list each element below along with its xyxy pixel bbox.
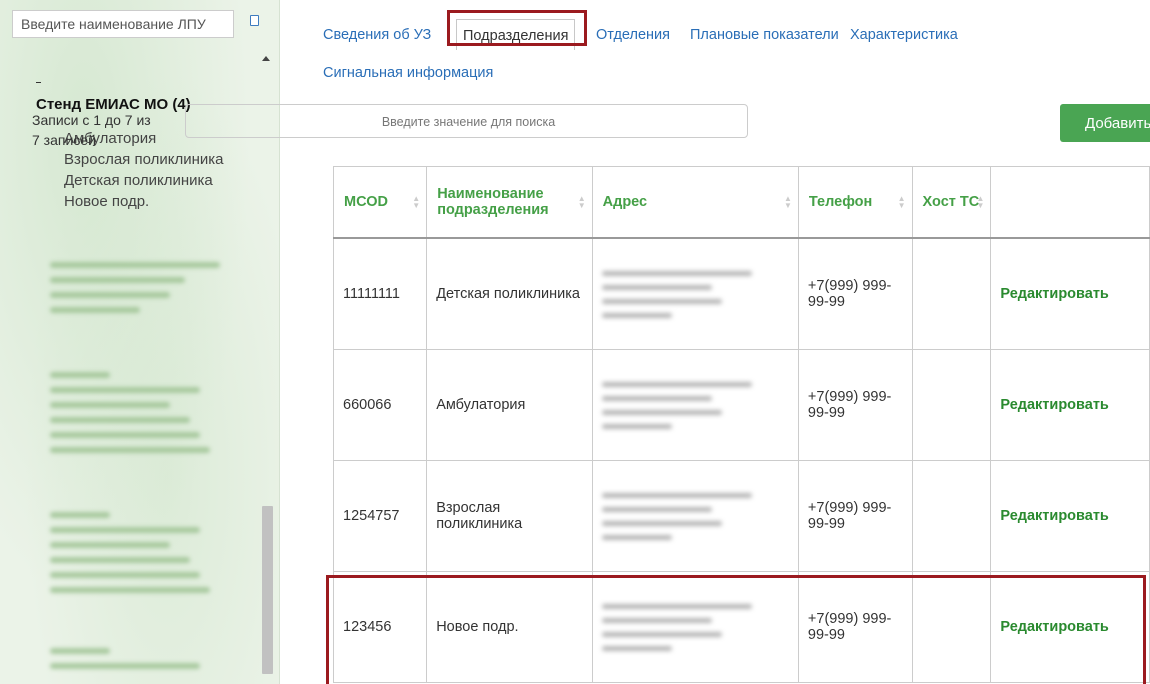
cell-mcod: 1254757: [332, 460, 428, 572]
cell-phone: +7(999) 999-99-99: [797, 237, 913, 350]
table-row: 660066 Амбулатория +7(999) 999-99-99 Ред…: [332, 349, 1150, 461]
tab-departments[interactable]: Отделения: [596, 27, 670, 43]
table-search-input[interactable]: [186, 105, 751, 139]
cell-phone: +7(999) 999-99-99: [797, 349, 913, 461]
lpu-search-input[interactable]: [13, 11, 233, 37]
col-header-actions: [990, 166, 1150, 239]
col-header-name[interactable]: Наименование подразделения ▲ ▼: [426, 166, 593, 239]
cell-address-blurred: [591, 460, 799, 572]
cell-name: Амбулатория: [426, 349, 593, 461]
blurred-tree-item: [50, 512, 240, 602]
table-search-field[interactable]: [185, 104, 751, 139]
scroll-up-arrow-icon[interactable]: [262, 56, 270, 61]
cell-host-ts: [911, 460, 992, 572]
records-info-line: 7 записей: [32, 132, 96, 148]
lpu-sidebar: Стенд ЕМИАС МО (4) Амбулатория Взрослая …: [0, 0, 280, 684]
edit-link[interactable]: Редактировать: [990, 460, 1150, 572]
col-header-label: Хост ТС: [922, 194, 980, 210]
sort-icon: ▲ ▼: [783, 194, 792, 210]
sort-icon: ▲ ▼: [897, 194, 906, 210]
clear-search-icon[interactable]: [250, 15, 259, 26]
cell-mcod: 11111111: [332, 237, 428, 350]
col-header-mcod[interactable]: МСОD ▲ ▼: [332, 166, 428, 239]
cell-phone: +7(999) 999-99-99: [797, 460, 913, 572]
tab-plan-indicators[interactable]: Плановые показатели: [690, 27, 839, 43]
row-highlight-frame: [326, 575, 1146, 684]
col-header-label: Наименование подразделения: [437, 186, 549, 218]
edit-link[interactable]: Редактировать: [990, 349, 1150, 461]
tab-highlight-frame: [447, 10, 587, 46]
tree-dash: [36, 82, 41, 83]
records-info-line: Записи с 1 до 7 из: [32, 112, 151, 128]
cell-mcod: 660066: [332, 349, 428, 461]
tree-item-new-subdivision[interactable]: Новое подр.: [64, 191, 223, 212]
col-header-label: Телефон: [808, 194, 873, 210]
tree-item-children-clinic[interactable]: Детская поликлиника: [64, 170, 223, 191]
blurred-tree-item: [50, 372, 240, 462]
sort-icon: ▲ ▼: [412, 194, 421, 210]
tab-uz-info[interactable]: Сведения об УЗ: [323, 27, 431, 43]
sort-icon: ▲ ▼: [976, 194, 985, 210]
add-button[interactable]: Добавить: [1060, 104, 1150, 142]
table-row: 11111111 Детская поликлиника +7(999) 999…: [332, 237, 1150, 350]
col-header-label: МСОD: [344, 194, 388, 210]
cell-name: Взрослая поликлиника: [426, 460, 593, 572]
cell-address-blurred: [591, 237, 799, 350]
cell-host-ts: [911, 349, 992, 461]
table-header-row: МСОD ▲ ▼ Наименование подразделения ▲ ▼ Адре…: [332, 166, 1150, 239]
table-row: 1254757 Взрослая поликлиника +7(999) 999…: [332, 460, 1150, 572]
col-header-host-ts[interactable]: Хост ТС ▲ ▼: [911, 166, 992, 239]
sort-icon: ▲ ▼: [577, 194, 586, 210]
blurred-tree-item: [50, 648, 240, 678]
col-header-phone[interactable]: Телефон ▲ ▼: [797, 166, 913, 239]
tab-characteristics[interactable]: Характеристика: [850, 27, 958, 43]
sidebar-scrollbar[interactable]: [258, 50, 276, 684]
cell-host-ts: [911, 237, 992, 350]
tree-item-adult-clinic[interactable]: Взрослая поликлиника: [64, 149, 223, 170]
blurred-tree-item: [50, 262, 240, 322]
col-header-address[interactable]: Адрес ▲ ▼: [591, 166, 799, 239]
scrollbar-thumb[interactable]: [262, 506, 273, 674]
cell-address-blurred: [591, 349, 799, 461]
lpu-search-field[interactable]: [12, 10, 234, 38]
tab-signal-info[interactable]: Сигнальная информация: [323, 65, 493, 81]
records-info: Записи с 1 до 7 из 7 записей: [32, 110, 151, 150]
col-header-label: Адрес: [602, 194, 648, 210]
cell-name: Детская поликлиника: [426, 237, 593, 350]
edit-link[interactable]: Редактировать: [990, 237, 1150, 350]
